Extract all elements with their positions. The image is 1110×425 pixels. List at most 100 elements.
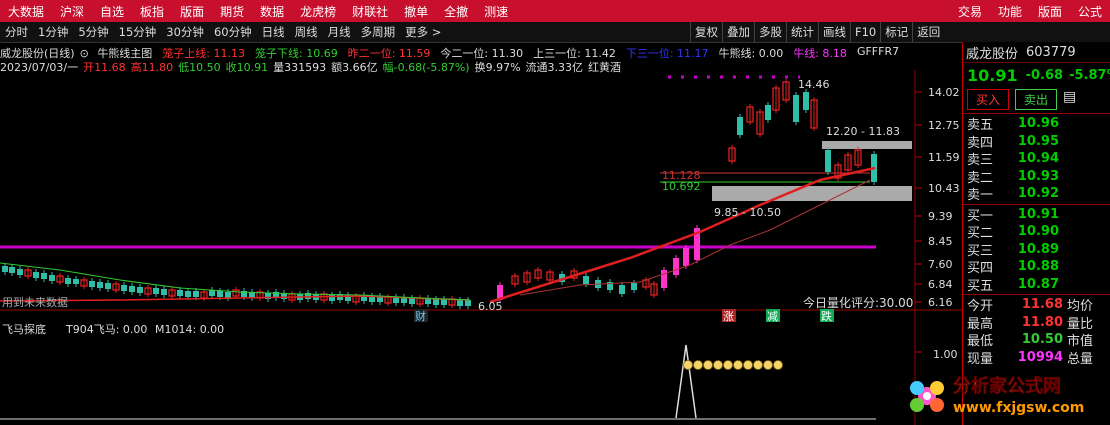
order-price: 10.91: [1017, 206, 1059, 222]
stat-label-2: 量比: [1067, 316, 1094, 332]
order-book-row[interactable]: 买一 10.91: [963, 206, 1110, 224]
order-label: 买一: [967, 208, 994, 224]
stat-row: 现量 10994 总量: [963, 349, 1110, 367]
menu-item-right[interactable]: 版面: [1030, 3, 1070, 20]
toolbar-button[interactable]: 复权: [690, 22, 722, 42]
menu-item[interactable]: 期货: [212, 3, 252, 20]
period-tab[interactable]: 1分钟: [33, 24, 73, 40]
toolbar-button[interactable]: 叠加: [722, 22, 754, 42]
period-tab[interactable]: 更多 >: [400, 24, 446, 40]
level2-label: 10.692: [662, 180, 701, 193]
order-book-row[interactable]: 买五 10.87: [963, 276, 1110, 294]
low-label: 6.05: [478, 300, 503, 313]
candle: [41, 273, 47, 279]
chart-toolbar: 复权 叠加 多股 统计 画线 F10 标记 返回: [690, 22, 944, 42]
tag-die: 跌: [821, 309, 832, 323]
order-book-row[interactable]: 卖四 10.95: [963, 133, 1110, 151]
axis-label: 11.59: [928, 151, 960, 164]
stock-name: 威龙股份: [966, 46, 1019, 62]
candle: [177, 290, 183, 296]
menu-item-right[interactable]: 公式: [1070, 3, 1110, 20]
candlestick-chart[interactable]: 14.02 12.75 11.59 10.43 9.39 8.45 7.60 6.84 6.16…: [0, 70, 962, 425]
buy-orders: 买一 10.91 买二 10.90 买三 10.89 买四 10.88 买五 10.87: [963, 206, 1110, 294]
period-tab[interactable]: 月线: [323, 24, 356, 40]
sub-indicator-title: 飞马探底: [2, 322, 46, 336]
period-tab[interactable]: 多周期: [356, 24, 401, 40]
order-price: 10.90: [1017, 224, 1059, 240]
order-book-row[interactable]: 买二 10.90: [963, 223, 1110, 241]
period-tab[interactable]: 分时: [0, 24, 33, 40]
toolbar-button[interactable]: 多股: [754, 22, 786, 42]
coin-icon: [763, 360, 773, 370]
menu-item-right[interactable]: 交易: [950, 3, 990, 20]
coin-icon: [703, 360, 713, 370]
order-book-row[interactable]: 卖三 10.94: [963, 150, 1110, 168]
toolbar-button[interactable]: 统计: [786, 22, 818, 42]
menu-item[interactable]: 测速: [476, 3, 516, 20]
toolbar-button[interactable]: 返回: [912, 22, 944, 42]
buy-button[interactable]: 买入: [967, 89, 1010, 110]
menu-item[interactable]: 全撤: [436, 3, 476, 20]
order-label: 买四: [967, 261, 994, 277]
axis-label: 7.60: [928, 258, 953, 271]
future-data-label: 用到未来数据: [2, 295, 68, 309]
order-book-row[interactable]: 买三 10.89: [963, 241, 1110, 259]
order-book-row[interactable]: 卖五 10.96: [963, 115, 1110, 133]
toolbar-button[interactable]: F10: [850, 22, 880, 42]
sub-value-2: M1014: 0.00: [155, 323, 224, 336]
indicator-name[interactable]: ⊙ 牛熊线主图: [80, 45, 158, 60]
order-book-row[interactable]: 卖二 10.93: [963, 168, 1110, 186]
period-tab[interactable]: 周线: [290, 24, 323, 40]
coin-icon: [743, 360, 753, 370]
price-change: -0.68: [1025, 67, 1064, 83]
order-price: 10.89: [1017, 241, 1059, 257]
candle: [825, 150, 831, 172]
menu-item[interactable]: 版面: [172, 3, 212, 20]
last-price: 10.91: [967, 65, 1018, 85]
toolbar-button[interactable]: 画线: [818, 22, 850, 42]
candle: [631, 283, 637, 290]
menu-item[interactable]: 大数据: [0, 3, 52, 20]
period-tab[interactable]: 60分钟: [209, 24, 257, 40]
axis-label: 9.39: [928, 210, 953, 223]
site-watermark: 分析家公式网 www.fxjgsw.com: [910, 375, 1084, 416]
order-book-row[interactable]: 买四 10.88: [963, 258, 1110, 276]
order-book-row[interactable]: 卖一 10.92: [963, 185, 1110, 203]
menu-item[interactable]: 撤单: [396, 3, 436, 20]
sell-button[interactable]: 卖出: [1015, 89, 1058, 110]
candle: [209, 290, 215, 296]
menu-item[interactable]: 板指: [132, 3, 172, 20]
toolbar-button[interactable]: 标记: [880, 22, 912, 42]
order-price: 10.94: [1017, 151, 1059, 167]
candle: [217, 291, 223, 297]
menu-icon[interactable]: ▤: [1063, 89, 1076, 110]
menu-item[interactable]: 龙虎榜: [292, 3, 344, 20]
axis-label: 10.43: [928, 182, 960, 195]
candle: [73, 279, 79, 284]
high-label: 14.46: [798, 78, 830, 91]
main-indicator-line: 威龙股份(日线) ⊙ 牛熊线主图 笼子上线: 11.13 笼子下线: 10.69 昨…: [0, 45, 909, 60]
menu-item[interactable]: 数据: [252, 3, 292, 20]
menu-item[interactable]: 自选: [92, 3, 132, 20]
candle: [65, 278, 71, 284]
axis-label: 6.16: [928, 296, 953, 309]
candle: [137, 287, 143, 293]
stat-value: 10994: [1017, 349, 1063, 365]
period-tab[interactable]: 5分钟: [73, 24, 113, 40]
coin-icon: [773, 360, 783, 370]
coin-icon: [723, 360, 733, 370]
period-tab[interactable]: 30分钟: [161, 24, 209, 40]
candle: [433, 299, 439, 305]
axis-label: 12.75: [928, 119, 960, 132]
candle: [793, 95, 799, 122]
period-tab[interactable]: 日线: [257, 24, 290, 40]
stat-label-2: 市值: [1067, 334, 1094, 350]
menu-item[interactable]: 财联社: [344, 3, 396, 20]
candle: [9, 267, 15, 273]
candle: [765, 105, 771, 120]
stock-period-label: 威龙股份(日线): [0, 47, 75, 60]
menu-item[interactable]: 沪深: [52, 3, 92, 20]
stat-value: 11.80: [1021, 314, 1063, 330]
menu-item-right[interactable]: 功能: [990, 3, 1030, 20]
period-tab[interactable]: 15分钟: [114, 24, 162, 40]
